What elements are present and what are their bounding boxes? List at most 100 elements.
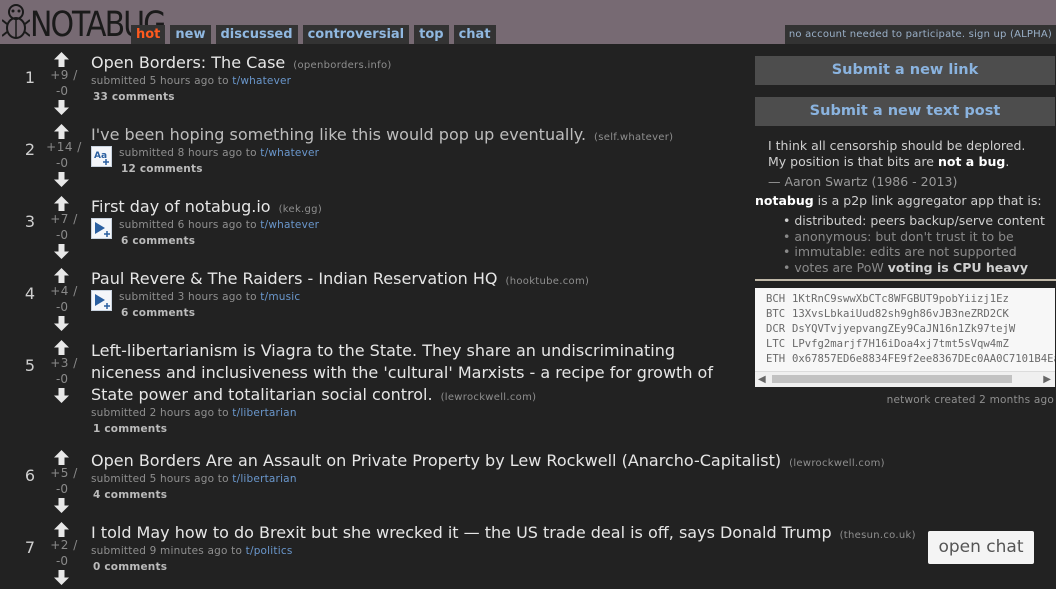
quote-line-2: My position is that bits are not a bug. [768, 154, 1010, 169]
feature-list: • distributed: peers backup/serve conten… [783, 213, 1045, 275]
upvote-arrow-icon[interactable] [54, 450, 69, 465]
notabug-logo[interactable]: NOTABUG [2, 2, 166, 45]
submitted-time: submitted 6 hours ago to [119, 219, 257, 231]
tab-hot[interactable]: hot [131, 25, 166, 44]
upvote-arrow-icon[interactable] [54, 268, 69, 283]
post-title-block: Paul Revere & The Raiders - Indian Reser… [91, 268, 589, 293]
topic-link[interactable]: t/whatever [260, 219, 319, 231]
signup-link[interactable]: no account needed to participate. sign u… [784, 25, 1056, 44]
tab-discussed[interactable]: discussed [215, 25, 298, 44]
tab-controversial[interactable]: controversial [302, 25, 410, 44]
play-icon[interactable] [91, 290, 112, 311]
upvote-arrow-icon[interactable] [54, 52, 69, 67]
sidebar-quote: I think all censorship should be deplore… [768, 138, 1056, 170]
submitted-time: submitted 5 hours ago to [91, 473, 229, 485]
horizontal-scrollbar[interactable]: ◀ ▶ [755, 371, 1055, 387]
post-title-link[interactable]: I've been hoping something like this wou… [91, 125, 586, 144]
post-title-block: Open Borders: The Case (openborders.info) [91, 52, 392, 77]
wallet-row: BCH 1KtRnC9swwXbCTc8WFGBUT9pobYiizj1Ez [766, 293, 1009, 305]
text-icon[interactable]: Aa [91, 146, 112, 167]
post-domain[interactable]: (thesun.co.uk) [840, 530, 916, 541]
sidebar-divider [755, 279, 1056, 281]
wallet-address[interactable]: 0x67857ED6e8834FE9f2ee8367DEc0AA0C7101B4… [792, 353, 1055, 365]
quote-author: — Aaron Swartz (1986 - 2013) [768, 174, 958, 189]
submit-link-button[interactable]: Submit a new link [755, 56, 1055, 85]
bullet: • [783, 244, 795, 259]
quote-line-1: I think all censorship should be deplore… [768, 138, 1026, 153]
bullet: • [783, 228, 795, 244]
post-rank: 5 [24, 356, 36, 375]
topic-link[interactable]: t/whatever [260, 147, 319, 159]
downvote-arrow-icon[interactable] [54, 316, 69, 331]
feature-text: votes are PoW [794, 259, 888, 275]
submit-text-button[interactable]: Submit a new text post [755, 97, 1055, 126]
post-domain[interactable]: (kek.gg) [279, 204, 322, 215]
topic-link[interactable]: t/politics [246, 545, 293, 557]
open-chat-button[interactable]: open chat [928, 531, 1034, 564]
downvote-arrow-icon[interactable] [54, 172, 69, 187]
tab-top[interactable]: top [414, 25, 449, 44]
site-header: NOTABUG hot new discussed controversial … [0, 0, 1056, 45]
post-domain[interactable]: (openborders.info) [293, 60, 391, 71]
post-domain[interactable]: (self.whatever) [594, 132, 673, 143]
network-created-text: network created 2 months ago [886, 394, 1054, 406]
upvote-count: +4 / [50, 284, 78, 298]
feature-item: • distributed: peers backup/serve conten… [783, 213, 1045, 229]
feature-item: • votes are PoW voting is CPU heavy [783, 260, 1045, 276]
wallet-address[interactable]: DsYQVTvjyepvangZEy9CaJN16n1Zk97tejW [792, 323, 1015, 335]
comments-link[interactable]: 12 comments [121, 163, 203, 175]
post-title-link[interactable]: Left-libertarianism is Viagra to the Sta… [91, 341, 675, 360]
comments-link[interactable]: 6 comments [121, 235, 195, 247]
post-meta: submitted 9 minutes ago to t/politics [91, 545, 293, 557]
post-meta: submitted 2 hours ago to t/libertarian [91, 407, 297, 419]
post-domain[interactable]: (lewrockwell.com) [441, 392, 537, 403]
downvote-arrow-icon[interactable] [54, 388, 69, 403]
topic-link[interactable]: t/libertarian [232, 407, 296, 419]
post-title-link[interactable]: niceness and inclusiveness with the 'cul… [91, 363, 713, 382]
upvote-arrow-icon[interactable] [54, 522, 69, 537]
downvote-count: -0 [56, 156, 68, 170]
upvote-arrow-icon[interactable] [54, 124, 69, 139]
upvote-count: +5 / [50, 466, 78, 480]
post-title-link[interactable]: State power and totalitarian social cont… [91, 385, 433, 404]
upvote-arrow-icon[interactable] [54, 340, 69, 355]
comments-link[interactable]: 6 comments [121, 307, 195, 319]
wallet-address[interactable]: 13XvsLbkaiUud82sh9gh86vJB3neZRD2CK [792, 308, 1009, 320]
topic-link[interactable]: t/libertarian [232, 473, 296, 485]
post-rank: 4 [24, 284, 36, 303]
wallet-address[interactable]: LPvfg2marjf7H16iDoa4xj7tmt5sVqw4mZ [792, 338, 1009, 350]
scroll-left-icon[interactable]: ◀ [758, 374, 766, 385]
wallet-address[interactable]: 1KtRnC9swwXbCTc8WFGBUT9pobYiizj1Ez [792, 293, 1009, 305]
coin-label: LTC [766, 338, 786, 350]
comments-link[interactable]: 33 comments [93, 91, 175, 103]
post-domain[interactable]: (lewrockwell.com) [789, 458, 885, 469]
upvote-count: +7 / [50, 212, 78, 226]
play-icon[interactable] [91, 218, 112, 239]
submitted-time: submitted 5 hours ago to [91, 75, 229, 87]
comments-link[interactable]: 0 comments [93, 561, 167, 573]
scroll-right-icon[interactable]: ▶ [1043, 374, 1051, 385]
tab-chat[interactable]: chat [453, 25, 496, 44]
downvote-count: -0 [56, 554, 68, 568]
post-title-link[interactable]: Paul Revere & The Raiders - Indian Reser… [91, 269, 498, 288]
post-title-link[interactable]: Open Borders: The Case [91, 53, 285, 72]
upvote-arrow-icon[interactable] [54, 196, 69, 211]
comments-link[interactable]: 4 comments [93, 489, 167, 501]
topic-link[interactable]: t/whatever [232, 75, 291, 87]
tab-new[interactable]: new [170, 25, 211, 44]
submitted-time: submitted 3 hours ago to [119, 291, 257, 303]
post-meta: submitted 6 hours ago to t/whatever [119, 219, 319, 231]
downvote-arrow-icon[interactable] [54, 100, 69, 115]
feature-item: • anonymous: but don't trust it to be [783, 229, 1045, 245]
post-domain[interactable]: (hooktube.com) [506, 276, 590, 287]
comments-link[interactable]: 1 comments [93, 423, 167, 435]
post-title-link[interactable]: Open Borders Are an Assault on Private P… [91, 451, 781, 470]
post-title-link[interactable]: First day of notabug.io [91, 197, 271, 216]
bullet: • [783, 213, 795, 228]
scrollbar-thumb[interactable] [772, 375, 1012, 383]
topic-link[interactable]: t/music [260, 291, 300, 303]
downvote-arrow-icon[interactable] [54, 498, 69, 513]
post-title-link[interactable]: I told May how to do Brexit but she wrec… [91, 523, 832, 542]
downvote-arrow-icon[interactable] [54, 570, 69, 585]
downvote-arrow-icon[interactable] [54, 244, 69, 259]
